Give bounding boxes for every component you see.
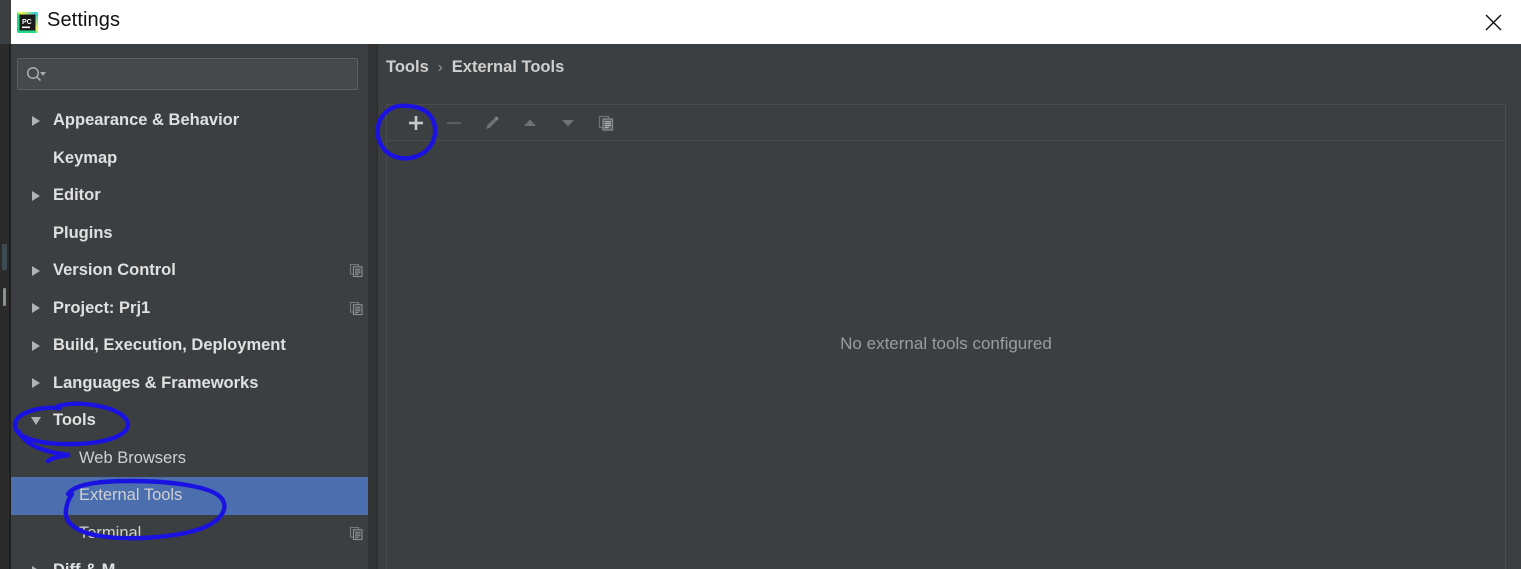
sidebar-item-label: Diff & M (53, 561, 115, 569)
sidebar-item-label: Appearance & Behavior (53, 111, 239, 130)
sidebar-item-project-prj1[interactable]: Project: Prj1 (11, 290, 368, 328)
sidebar-item-web-browsers[interactable]: Web Browsers (11, 440, 368, 478)
edit-button (473, 107, 511, 139)
search-icon (25, 65, 47, 85)
sidebar-item-label: Web Browsers (79, 449, 186, 468)
sidebar-item-appearance-behavior[interactable]: Appearance & Behavior (11, 102, 368, 140)
settings-sidebar: Appearance & Behavior Keymap Editor Plugins… (11, 44, 368, 569)
sidebar-item-label: External Tools (79, 486, 182, 505)
sidebar-item-label: Terminal (79, 524, 141, 543)
external-tools-toolbar (387, 105, 1505, 141)
sidebar-item-version-control[interactable]: Version Control (11, 252, 368, 290)
search-input[interactable] (52, 59, 356, 91)
add-button[interactable] (397, 107, 435, 139)
copy-icon (597, 114, 615, 132)
copy-icon (349, 526, 364, 541)
copy-icon (349, 263, 364, 278)
chevron-right-icon[interactable] (28, 563, 44, 569)
breadcrumb: Tools › External Tools (386, 58, 564, 77)
window-title: Settings (47, 9, 120, 32)
sidebar-item-build-execution-deployment[interactable]: Build, Execution, Deployment (11, 327, 368, 365)
search-box[interactable] (17, 58, 358, 90)
chevron-right-icon[interactable] (28, 113, 44, 129)
sidebar-item-label: Keymap (53, 149, 117, 168)
sidebar-item-label: Tools (53, 411, 96, 430)
pycharm-logo-icon: PC (17, 12, 38, 33)
arrow-down-icon (559, 114, 577, 132)
sidebar-item-label: Languages & Frameworks (53, 374, 258, 393)
sidebar-item-tools[interactable]: Tools (11, 402, 368, 440)
title-bar: PC Settings (11, 0, 1521, 45)
svg-text:PC: PC (22, 19, 32, 26)
chevron-right-icon[interactable] (28, 375, 44, 391)
sidebar-item-label: Editor (53, 186, 101, 205)
minus-icon (445, 114, 463, 132)
sidebar-item-languages-frameworks[interactable]: Languages & Frameworks (11, 365, 368, 403)
copy-icon (349, 301, 364, 316)
sidebar-item-terminal[interactable]: Terminal (11, 515, 368, 553)
external-tools-list: No external tools configured (387, 141, 1505, 569)
copy-button (587, 107, 625, 139)
empty-state-message: No external tools configured (387, 334, 1505, 354)
sidebar-item-keymap[interactable]: Keymap (11, 140, 368, 178)
chevron-right-icon[interactable] (28, 338, 44, 354)
chevron-right-icon[interactable] (28, 188, 44, 204)
sidebar-item-label: Project: Prj1 (53, 299, 150, 318)
breadcrumb-parent[interactable]: Tools (386, 58, 429, 77)
sidebar-item-label: Build, Execution, Deployment (53, 336, 286, 355)
sidebar-item-plugins[interactable]: Plugins (11, 215, 368, 253)
chevron-right-icon[interactable] (28, 300, 44, 316)
arrow-up-icon (521, 114, 539, 132)
chevron-down-icon[interactable] (28, 413, 44, 429)
remove-button (435, 107, 473, 139)
breadcrumb-separator-icon: › (438, 59, 443, 76)
sidebar-item-diff-m[interactable]: Diff & M (11, 552, 368, 569)
plus-icon (407, 114, 425, 132)
sidebar-item-editor[interactable]: Editor (11, 177, 368, 215)
sidebar-item-external-tools[interactable]: External Tools (11, 477, 368, 515)
sidebar-item-label: Version Control (53, 261, 176, 280)
pencil-icon (483, 114, 501, 132)
content-pane: Tools › External Tools (378, 44, 1521, 569)
settings-dialog: PC Settings Appearance & BehaviorKe (0, 0, 1521, 569)
background-artifact (3, 288, 6, 306)
move-down-button (549, 107, 587, 139)
background-artifact (2, 244, 7, 270)
settings-tree: Appearance & Behavior Keymap Editor Plugins… (11, 102, 368, 569)
close-icon[interactable] (1470, 0, 1516, 44)
chevron-right-icon[interactable] (28, 263, 44, 279)
breadcrumb-current: External Tools (452, 58, 564, 77)
sidebar-item-label: Plugins (53, 224, 113, 243)
move-up-button (511, 107, 549, 139)
external-tools-panel: No external tools configured (386, 104, 1506, 569)
